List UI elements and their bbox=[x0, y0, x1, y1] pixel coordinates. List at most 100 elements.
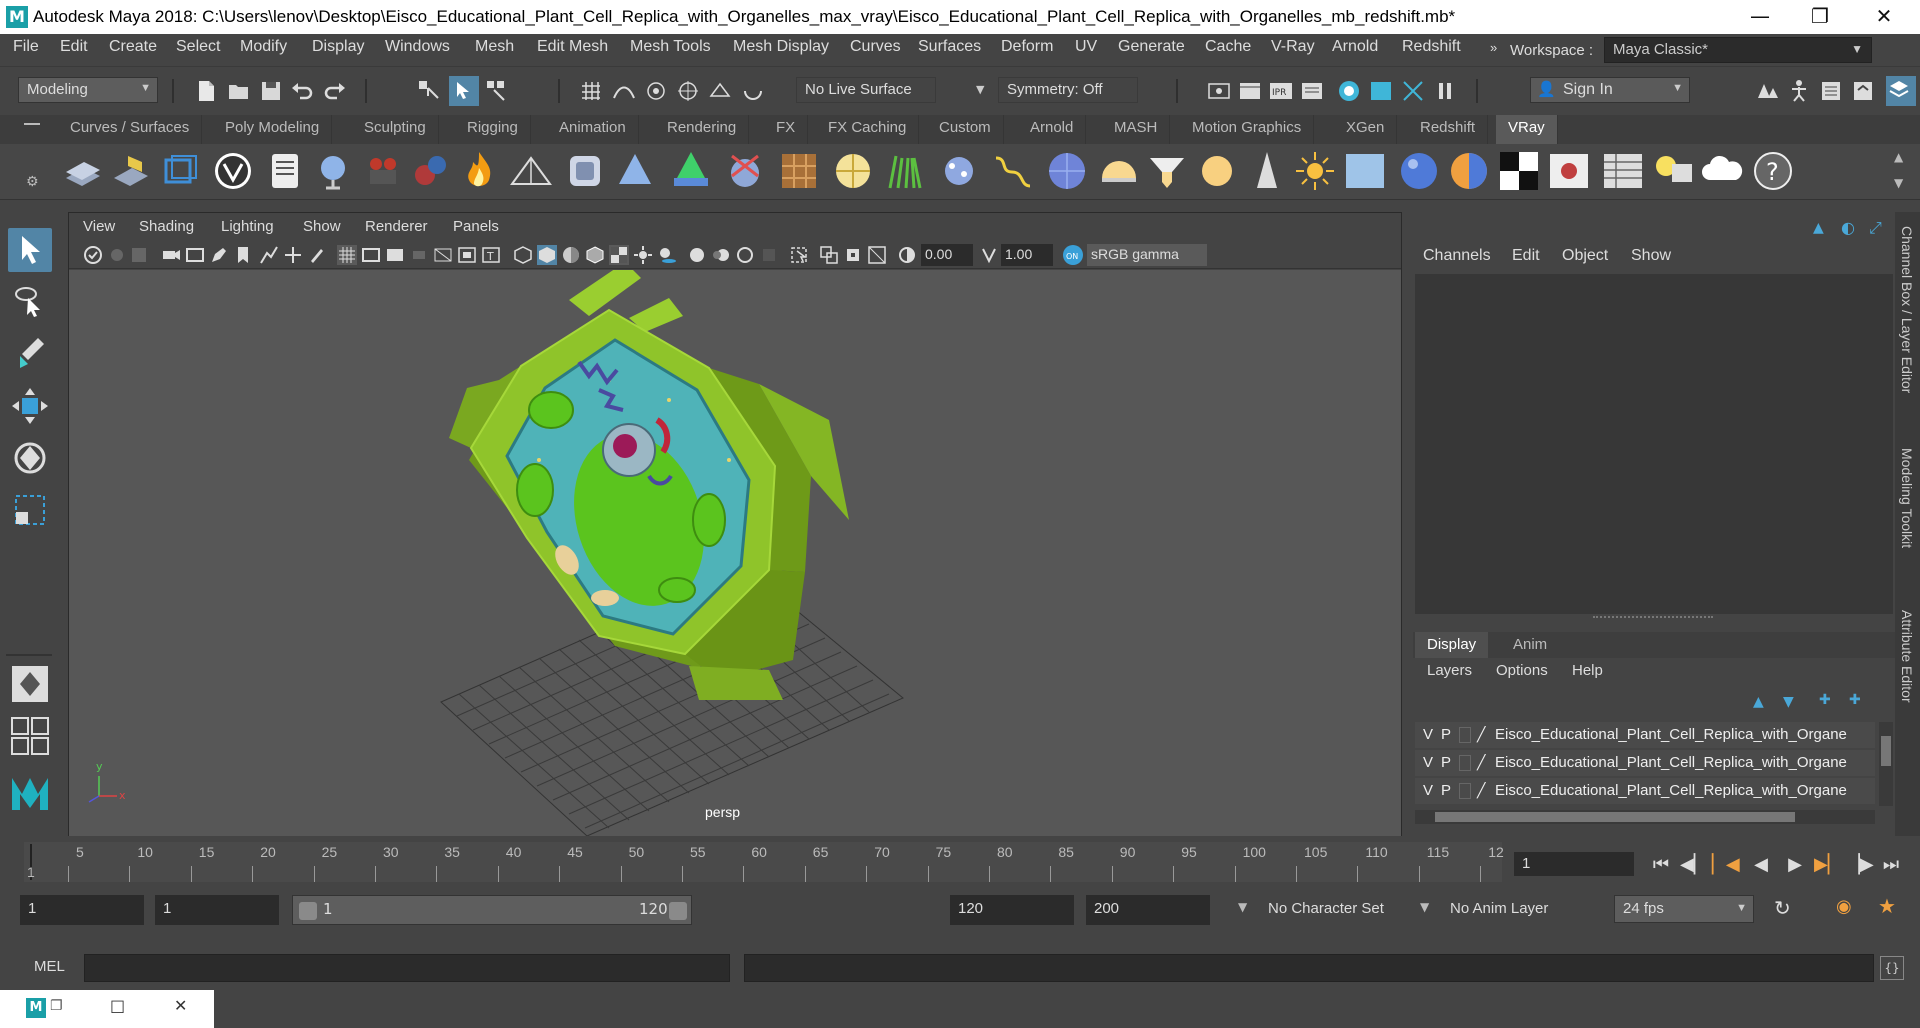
layer-color-icon[interactable]: ╱ bbox=[1477, 726, 1485, 743]
current-frame-field[interactable]: 1 bbox=[1514, 852, 1634, 876]
open-scene-icon[interactable] bbox=[226, 78, 252, 104]
image-plane-icon[interactable] bbox=[161, 245, 181, 265]
animation-end-field[interactable]: 200 bbox=[1086, 895, 1210, 925]
viewport-menu-view[interactable]: View bbox=[83, 218, 115, 235]
safe-action-icon[interactable] bbox=[457, 245, 477, 265]
channel-menu-edit[interactable]: Edit bbox=[1512, 247, 1540, 265]
vray-render-elements-icon[interactable] bbox=[108, 148, 154, 194]
command-input[interactable] bbox=[84, 954, 730, 982]
layer-visibility-toggle[interactable]: V bbox=[1423, 754, 1433, 771]
channel-menu-object[interactable]: Object bbox=[1562, 247, 1608, 265]
menu-cache[interactable]: Cache bbox=[1205, 38, 1251, 56]
tab-fx-caching[interactable]: FX Caching bbox=[816, 115, 920, 144]
tool-settings-icon[interactable] bbox=[1850, 78, 1876, 104]
layer-playback-toggle[interactable]: P bbox=[1441, 754, 1451, 771]
menu-arnold[interactable]: Arnold bbox=[1332, 38, 1378, 56]
shelf-scroll-down-icon[interactable]: ▼ bbox=[1894, 176, 1903, 190]
view-transform-dropdown[interactable]: sRGB gamma bbox=[1087, 244, 1207, 266]
gate-mask-icon[interactable] bbox=[409, 245, 429, 265]
four-view-layout-icon[interactable] bbox=[8, 714, 52, 758]
vray-fire-icon[interactable] bbox=[456, 148, 502, 194]
vray-camera-icon[interactable] bbox=[360, 148, 406, 194]
safe-title-icon[interactable]: T bbox=[481, 245, 501, 265]
scale-tool-icon[interactable] bbox=[8, 488, 52, 532]
layer-row[interactable]: V P ╱ Eisco_Educational_Plant_Cell_Repli… bbox=[1415, 750, 1875, 776]
wireframe-on-shaded-icon[interactable] bbox=[585, 245, 605, 265]
shelf-menu-icon[interactable] bbox=[24, 123, 40, 125]
make-live-icon[interactable] bbox=[740, 78, 766, 104]
tab-rendering[interactable]: Rendering bbox=[655, 115, 750, 144]
viewport-menu-show[interactable]: Show bbox=[303, 218, 341, 235]
menu-vray[interactable]: V-Ray bbox=[1271, 38, 1315, 56]
xray-icon[interactable] bbox=[819, 245, 839, 265]
viewport-menu-panels[interactable]: Panels bbox=[453, 218, 499, 235]
channel-menu-channels[interactable]: Channels bbox=[1423, 247, 1491, 265]
close-button[interactable]: ✕ bbox=[1856, 0, 1912, 34]
chevron-down-icon[interactable]: ▼ bbox=[1420, 900, 1429, 914]
vray-scene-icon[interactable] bbox=[722, 148, 768, 194]
menu-create[interactable]: Create bbox=[109, 38, 157, 56]
snap-tool-icon[interactable] bbox=[259, 245, 279, 265]
menu-modify[interactable]: Modify bbox=[240, 38, 287, 56]
snap-to-view-plane-icon[interactable] bbox=[707, 78, 733, 104]
menu-mesh[interactable]: Mesh bbox=[475, 38, 514, 56]
default-material-icon[interactable] bbox=[561, 245, 581, 265]
rotate-tool-icon[interactable] bbox=[8, 436, 52, 480]
menu-select[interactable]: Select bbox=[176, 38, 220, 56]
tab-rigging[interactable]: Rigging bbox=[455, 115, 531, 144]
tab-anim[interactable]: Anim bbox=[1501, 632, 1559, 658]
anti-aliasing-icon[interactable] bbox=[735, 245, 755, 265]
move-tool-icon[interactable] bbox=[8, 384, 52, 428]
camera-attributes-icon[interactable] bbox=[107, 245, 127, 265]
layer-visibility-toggle[interactable]: V bbox=[1423, 782, 1433, 799]
vray-cloud-icon[interactable] bbox=[1700, 148, 1746, 194]
go-to-end-icon[interactable]: ⏭ bbox=[1878, 852, 1904, 878]
color-management-toggle-icon[interactable]: ON bbox=[1063, 245, 1083, 265]
vray-sun-icon[interactable] bbox=[1292, 148, 1338, 194]
step-forward-frame-icon[interactable]: ▕▶ bbox=[1846, 852, 1874, 878]
anim-layer-dropdown[interactable]: No Anim Layer bbox=[1442, 895, 1584, 925]
range-end-handle[interactable] bbox=[669, 902, 687, 920]
step-forward-key-icon[interactable]: ▶▏ bbox=[1814, 852, 1842, 878]
vray-omni-light-icon[interactable] bbox=[1194, 148, 1240, 194]
layer-visibility-toggle[interactable]: V bbox=[1423, 726, 1433, 743]
bookmarks-icon[interactable] bbox=[129, 245, 149, 265]
time-slider-track[interactable]: 1 5 10 15 20 25 30 35 40 45 50 55 60 65 70 75 80 85 90 95 1… bbox=[24, 842, 1504, 882]
gamma-field[interactable]: 1.00 bbox=[1001, 244, 1053, 266]
shelf-scroll-up-icon[interactable]: ▲ bbox=[1894, 150, 1903, 164]
menu-edit[interactable]: Edit bbox=[60, 38, 88, 56]
step-back-frame-icon[interactable]: ◀▏ bbox=[1680, 852, 1708, 878]
xray-components-icon[interactable] bbox=[867, 245, 887, 265]
tab-xgen[interactable]: XGen bbox=[1334, 115, 1398, 144]
channel-box-toggle-icon[interactable] bbox=[1886, 76, 1916, 106]
exposure-field[interactable]: 0.00 bbox=[921, 244, 973, 266]
menu-overflow-icon[interactable]: » bbox=[1490, 40, 1497, 55]
chevron-down-icon[interactable]: ▼ bbox=[1238, 900, 1247, 914]
vray-ies-light-icon[interactable] bbox=[1244, 148, 1290, 194]
snap-to-projected-center-icon[interactable] bbox=[675, 78, 701, 104]
undo-icon[interactable] bbox=[289, 78, 315, 104]
vray-mesh-light-icon[interactable] bbox=[612, 148, 658, 194]
screen-space-ao-icon[interactable] bbox=[687, 245, 707, 265]
layer-menu-options[interactable]: Options bbox=[1496, 662, 1548, 679]
select-by-hierarchy-icon[interactable] bbox=[416, 78, 442, 104]
film-gate-icon[interactable] bbox=[361, 245, 381, 265]
tab-vray[interactable]: VRay bbox=[1496, 115, 1558, 144]
step-back-key-icon[interactable]: ▏◀ bbox=[1712, 852, 1740, 878]
menu-mesh-display[interactable]: Mesh Display bbox=[733, 38, 829, 56]
viewport-menu-renderer[interactable]: Renderer bbox=[365, 218, 428, 235]
menu-display[interactable]: Display bbox=[312, 38, 364, 56]
depth-of-field-icon[interactable] bbox=[759, 245, 779, 265]
minimize-button[interactable]: — bbox=[1732, 0, 1788, 34]
layer-playback-toggle[interactable]: P bbox=[1441, 726, 1451, 743]
select-tool-icon[interactable] bbox=[8, 228, 52, 272]
attribute-editor-icon[interactable] bbox=[1818, 78, 1844, 104]
vray-table-icon[interactable] bbox=[1600, 148, 1646, 194]
layer-color-icon[interactable]: ╱ bbox=[1477, 782, 1485, 799]
sign-in-button[interactable]: 👤 Sign In ▼ bbox=[1530, 77, 1690, 103]
maximize-icon[interactable]: □ bbox=[110, 996, 125, 1015]
tab-poly-modeling[interactable]: Poly Modeling bbox=[213, 115, 333, 144]
vray-render-settings-icon[interactable] bbox=[60, 148, 106, 194]
vray-dome-light-icon[interactable] bbox=[310, 148, 356, 194]
vray-proxy-icon[interactable] bbox=[562, 148, 608, 194]
